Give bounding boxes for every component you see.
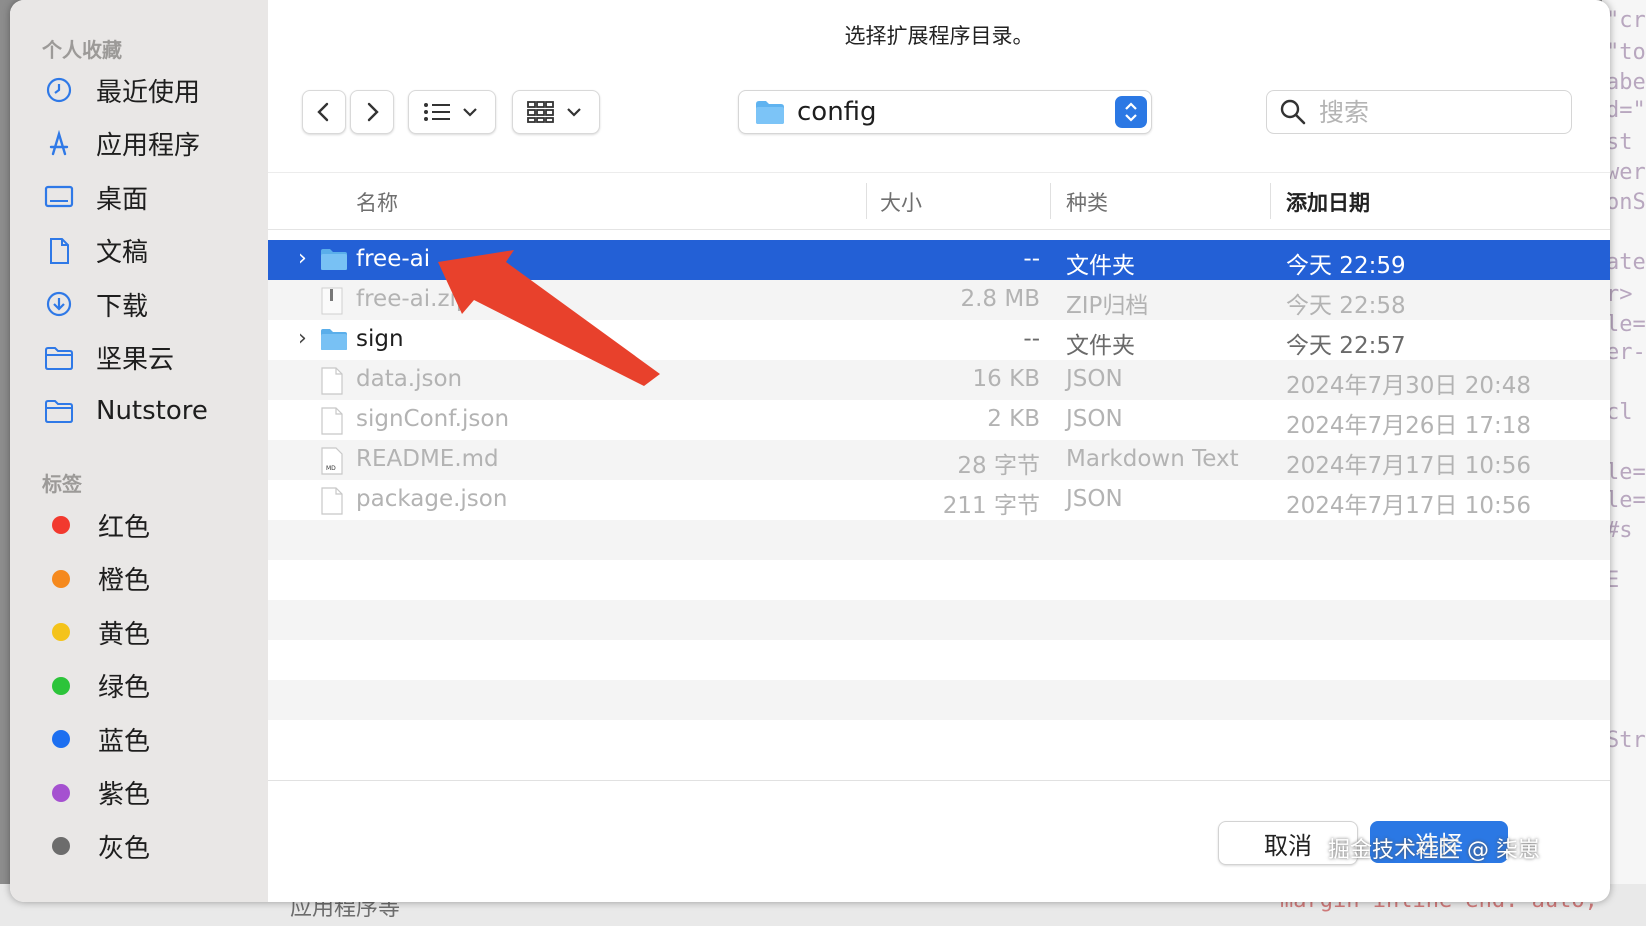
tag-color-dot — [52, 676, 70, 695]
background-code-line: "to — [1606, 40, 1646, 65]
column-date-added[interactable]: 添加日期 — [1286, 187, 1370, 217]
sidebar-tag[interactable]: 蓝色 — [44, 719, 150, 759]
empty-row — [268, 560, 1610, 600]
search-input[interactable] — [1317, 96, 1541, 128]
file-kind: Markdown Text — [1066, 446, 1239, 472]
file-date: 2024年7月17日 10:56 — [1286, 493, 1532, 519]
file-date: 2024年7月26日 17:18 — [1286, 413, 1532, 439]
file-date: 今天 22:58 — [1286, 293, 1406, 319]
sidebar-tag-label: 紫色 — [98, 780, 151, 810]
empty-row — [268, 640, 1610, 680]
file-size: -- — [1023, 246, 1040, 272]
file-name: package.json — [356, 486, 508, 512]
background-code-line: le= — [1606, 312, 1646, 337]
sidebar-tag[interactable]: 灰色 — [44, 826, 150, 866]
search-field[interactable] — [1266, 90, 1572, 134]
sidebar-tag-label: 绿色 — [98, 673, 151, 703]
background-code-line: onS — [1606, 190, 1646, 215]
file-date: 今天 22:57 — [1286, 333, 1406, 359]
annotation-arrow — [438, 250, 660, 386]
empty-row — [268, 520, 1610, 560]
background-code-line: le= — [1606, 488, 1646, 513]
background-code-line: ate — [1606, 250, 1646, 275]
background-code-line: er- — [1606, 340, 1646, 365]
background-code-line: le= — [1606, 460, 1646, 485]
sidebar-tag-label: 灰色 — [98, 833, 151, 864]
watermark: 掘金技术社区 @ 柒崽 — [1328, 838, 1540, 863]
tag-color-dot — [52, 837, 70, 855]
sidebar-tag[interactable]: 橙色 — [44, 559, 150, 599]
empty-row — [268, 680, 1610, 720]
column-size[interactable]: 大小 — [880, 187, 922, 217]
column-kind[interactable]: 种类 — [1066, 187, 1108, 217]
background-code-line: Str — [1606, 728, 1646, 753]
sidebar-tag-label: 蓝色 — [98, 726, 151, 757]
file-size: -- — [1023, 326, 1040, 352]
folder-icon — [756, 101, 784, 124]
file-date: 2024年7月17日 10:56 — [1286, 453, 1532, 479]
file-kind: JSON — [1066, 406, 1123, 432]
file-kind: JSON — [1066, 486, 1123, 512]
tag-color-dot — [52, 516, 70, 534]
sidebar-tag-label: 黄色 — [98, 619, 151, 650]
path-popup[interactable]: config — [738, 90, 1152, 134]
file-size: 2.8 MB — [960, 286, 1040, 312]
file-row[interactable]: package.json 211 字节 JSON 2024年7月17日 10:56 — [268, 480, 1610, 520]
file-icon: MD — [320, 447, 348, 475]
tag-color-dot — [52, 730, 70, 748]
tag-color-dot — [52, 569, 70, 588]
tags-header: 标签 — [42, 472, 82, 496]
background-code-line: "cr — [1606, 8, 1646, 33]
sidebar-tag-label: 橙色 — [98, 566, 151, 596]
svg-text:MD: MD — [326, 465, 336, 472]
background-code-line: abe — [1606, 70, 1646, 95]
sidebar-tag[interactable]: 黄色 — [44, 612, 150, 652]
tag-color-dot — [52, 623, 70, 641]
sidebar-tag[interactable]: 红色 — [44, 505, 150, 545]
file-kind: JSON — [1066, 366, 1123, 392]
file-size: 16 KB — [972, 366, 1040, 392]
search-icon — [1280, 99, 1306, 125]
file-size: 28 字节 — [957, 453, 1040, 479]
file-kind: ZIP归档 — [1066, 293, 1149, 319]
file-date: 今天 22:59 — [1286, 253, 1406, 279]
file-chooser-dialog: 个人收藏 最近使用 应用程序 桌面 文稿 下载 坚果云 Nutstore 标签 红色 橙色 黄色… — [10, 0, 1610, 902]
sidebar-tag[interactable]: 紫色 — [44, 773, 150, 813]
path-label: config — [797, 97, 877, 127]
file-size: 2 KB — [987, 406, 1040, 432]
file-row[interactable]: MD README.md 28 字节 Markdown Text 2024年7月17日 … — [268, 440, 1610, 480]
sidebar-tag-label: 红色 — [98, 512, 151, 543]
file-size: 211 字节 — [942, 493, 1040, 519]
file-name: README.md — [356, 446, 499, 472]
tag-color-dot — [52, 783, 70, 802]
path-stepper-icon[interactable] — [1115, 96, 1147, 128]
file-date: 2024年7月30日 20:48 — [1286, 373, 1532, 399]
file-kind: 文件夹 — [1066, 333, 1135, 359]
sidebar-tag[interactable]: 绿色 — [44, 666, 150, 706]
empty-row — [268, 600, 1610, 640]
file-kind: 文件夹 — [1066, 253, 1135, 279]
file-icon — [320, 487, 348, 515]
background-code-line: wer — [1606, 160, 1646, 185]
background-code-line: d=" — [1606, 98, 1646, 123]
empty-row — [268, 720, 1610, 760]
